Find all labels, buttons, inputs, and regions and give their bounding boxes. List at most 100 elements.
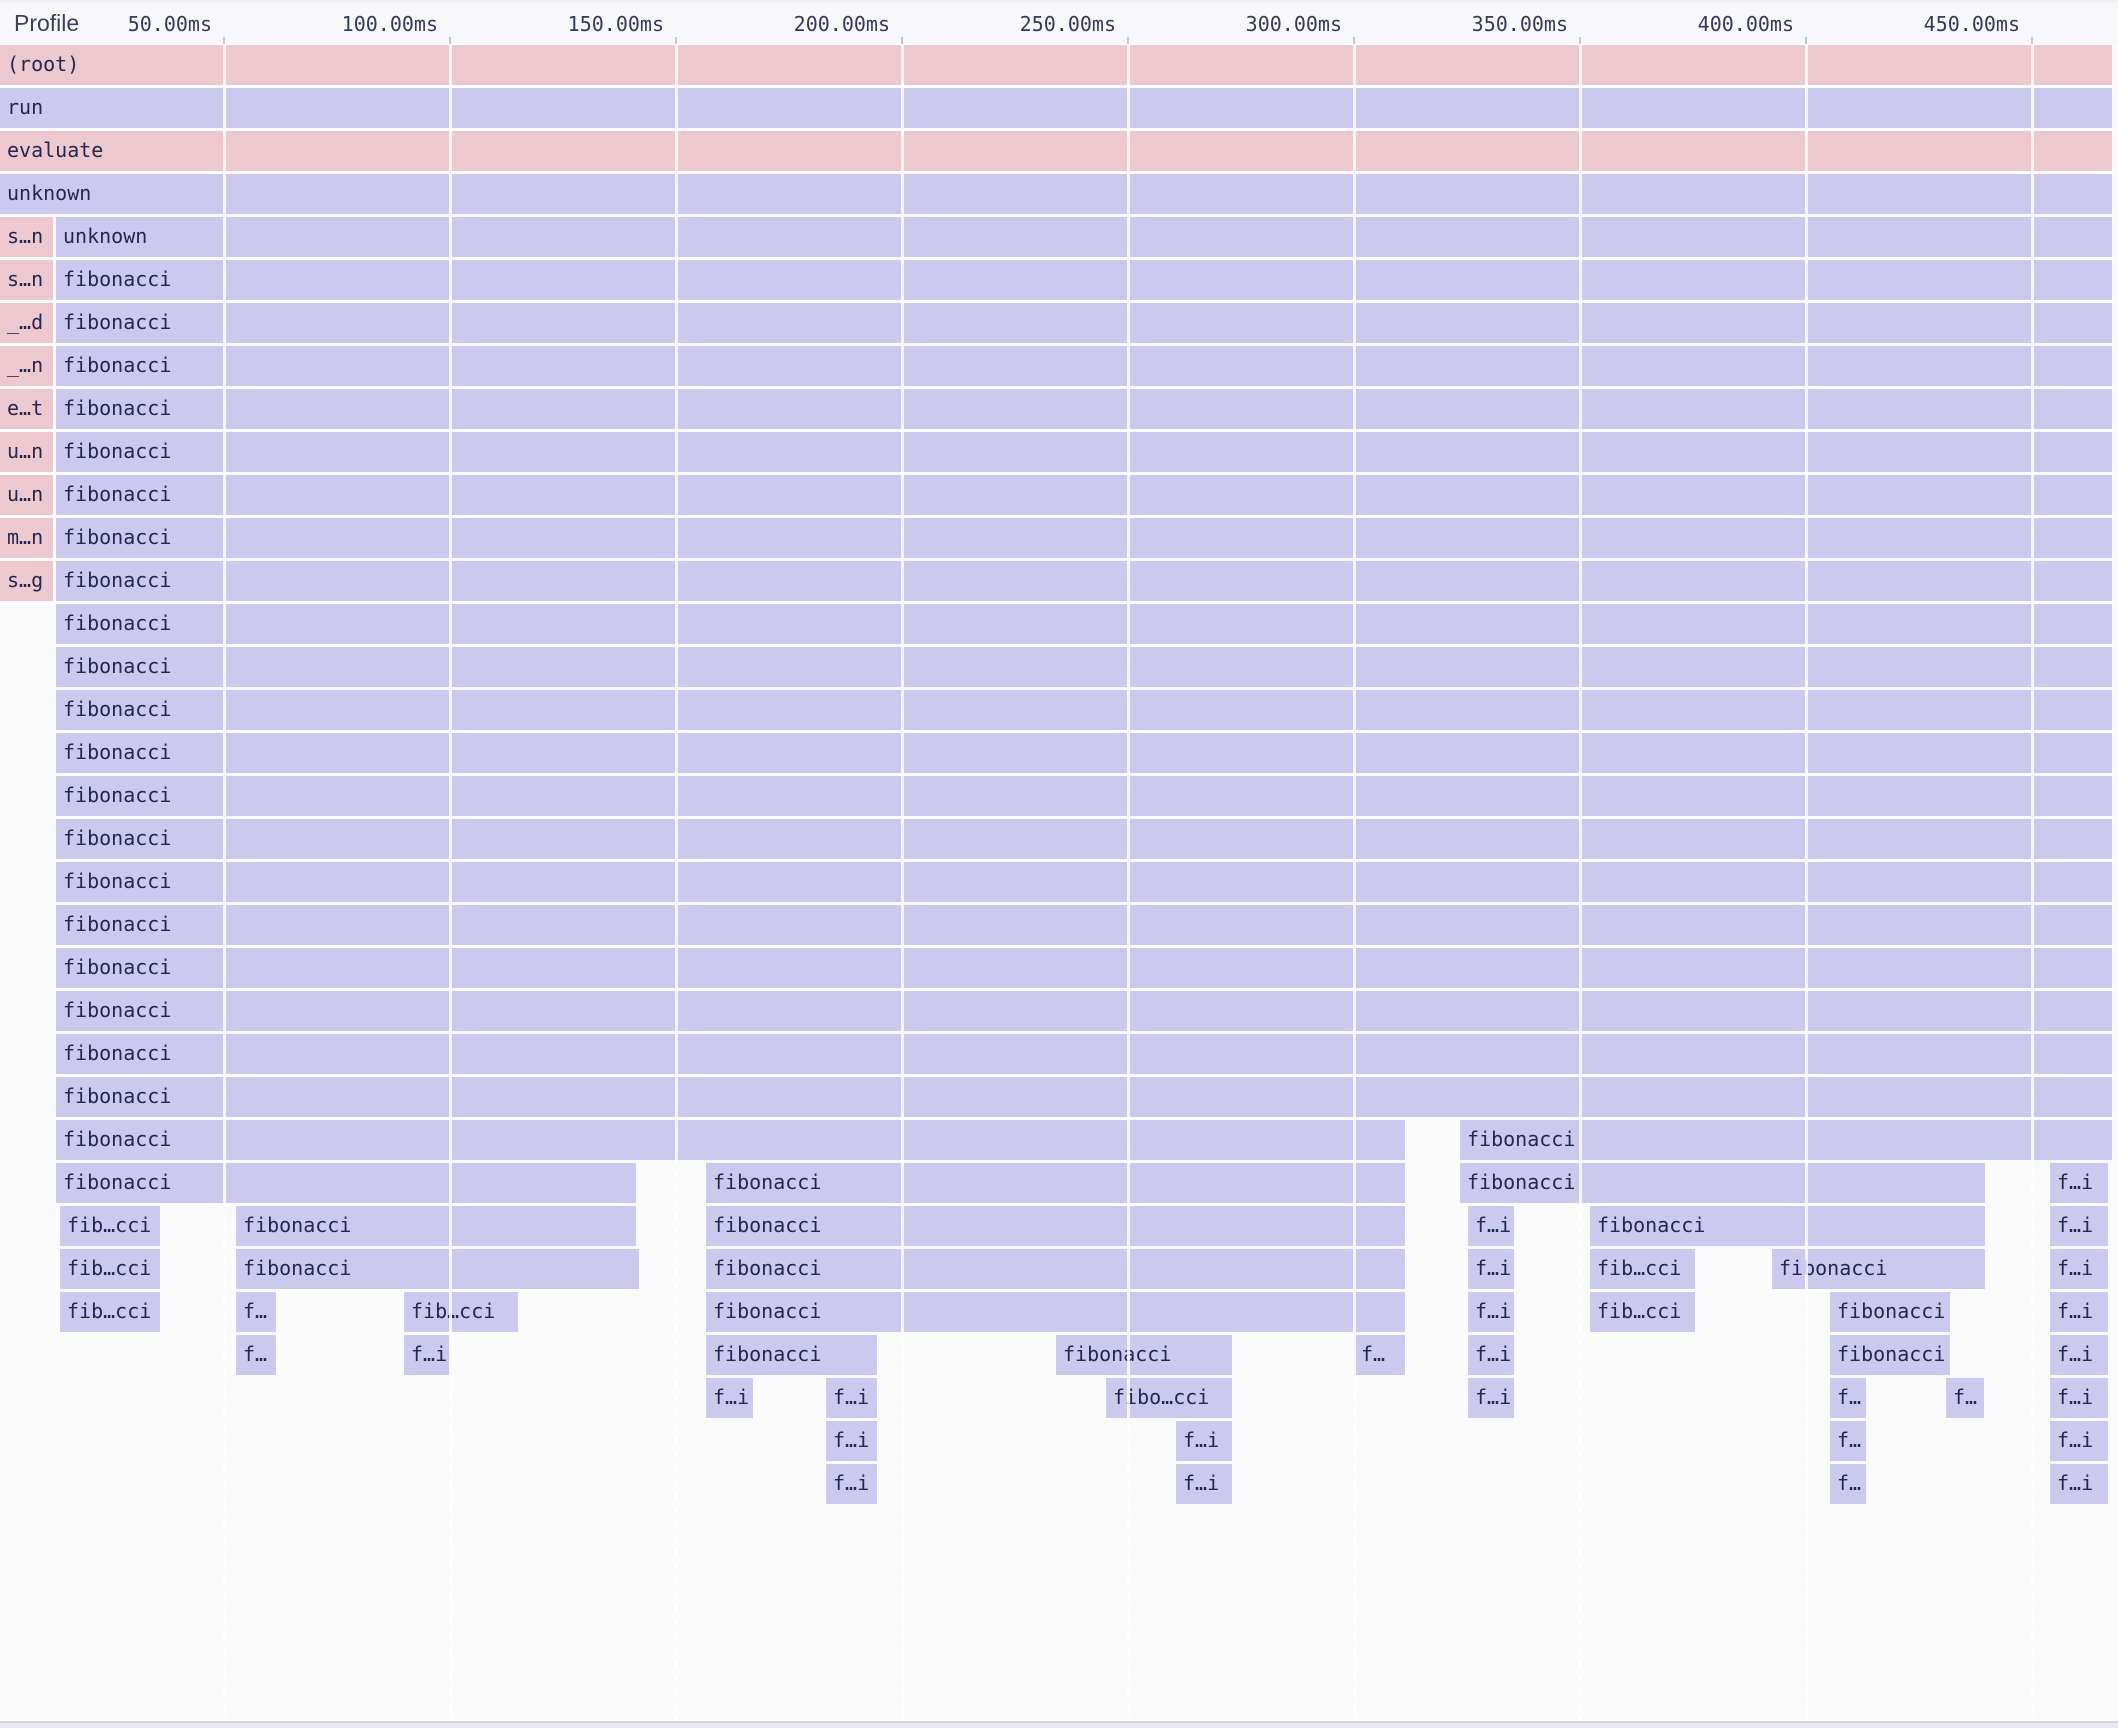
- gridline: [1127, 44, 1130, 1721]
- flame-frame[interactable]: fibonacci: [56, 690, 2112, 730]
- flame-frame[interactable]: fibonacci: [1830, 1292, 1950, 1332]
- flame-frame[interactable]: f…i: [826, 1378, 877, 1418]
- time-tick-mark: [1353, 37, 1355, 44]
- flame-frame[interactable]: fibonacci: [56, 733, 2112, 773]
- flame-frame[interactable]: f…i: [2050, 1206, 2108, 1246]
- flame-frame[interactable]: f…i: [2050, 1421, 2108, 1461]
- flame-frame[interactable]: fibonacci: [56, 1034, 2112, 1074]
- frame-label: fibonacci: [63, 1084, 171, 1108]
- time-tick-mark: [2031, 37, 2033, 44]
- flame-frame[interactable]: fibonacci: [1056, 1335, 1232, 1375]
- flame-frame[interactable]: fibonacci: [1590, 1206, 1985, 1246]
- flame-frame[interactable]: fibonacci: [56, 647, 2112, 687]
- flame-frame[interactable]: u…n: [0, 432, 53, 472]
- flame-frame[interactable]: f…i: [706, 1378, 753, 1418]
- flame-frame[interactable]: fibonacci: [1830, 1335, 1950, 1375]
- flame-frame[interactable]: fib…cci: [404, 1292, 518, 1332]
- flame-frame[interactable]: f…: [236, 1292, 276, 1332]
- flame-frame[interactable]: fibonacci: [56, 991, 2112, 1031]
- flame-frame[interactable]: f…i: [2050, 1464, 2108, 1504]
- flame-frame[interactable]: fibonacci: [1460, 1163, 1985, 1203]
- flame-frame[interactable]: s…n: [0, 260, 53, 300]
- flame-frame[interactable]: f…i: [1468, 1206, 1514, 1246]
- flame-frame[interactable]: f…i: [2050, 1292, 2108, 1332]
- flame-frame[interactable]: f…i: [1468, 1378, 1514, 1418]
- flame-frame[interactable]: fibonacci: [56, 819, 2112, 859]
- tab-profile[interactable]: Profile: [14, 3, 79, 44]
- flame-frame[interactable]: fibonacci: [706, 1249, 1405, 1289]
- time-tick-mark: [1579, 37, 1581, 44]
- flame-frame[interactable]: fibonacci: [56, 346, 2112, 386]
- flame-frame[interactable]: _…n: [0, 346, 53, 386]
- frame-label: fibonacci: [63, 353, 171, 377]
- flame-frame[interactable]: fibonacci: [56, 389, 2112, 429]
- flame-frame[interactable]: fibonacci: [56, 432, 2112, 472]
- flame-frame[interactable]: u…n: [0, 475, 53, 515]
- frame-label: fibonacci: [63, 869, 171, 893]
- flame-frame[interactable]: fibonacci: [706, 1163, 1405, 1203]
- flame-frame[interactable]: f…i: [1468, 1335, 1514, 1375]
- flame-frame[interactable]: f…i: [2050, 1249, 2108, 1289]
- flame-frame[interactable]: f…i: [1176, 1464, 1232, 1504]
- frame-label: fib…cci: [67, 1213, 151, 1237]
- flame-frame[interactable]: fibonacci: [56, 1163, 636, 1203]
- flame-frame[interactable]: fibonacci: [236, 1206, 636, 1246]
- flame-frame[interactable]: fibonacci: [56, 1077, 2112, 1117]
- flame-frame[interactable]: fibonacci: [56, 776, 2112, 816]
- flame-frame[interactable]: fibonacci: [706, 1206, 1405, 1246]
- flame-frame[interactable]: f…: [1830, 1464, 1866, 1504]
- flame-frame[interactable]: fibonacci: [56, 905, 2112, 945]
- flame-frame[interactable]: fibonacci: [236, 1249, 639, 1289]
- frame-label: s…n: [7, 224, 43, 248]
- flame-frame[interactable]: f…i: [2050, 1335, 2108, 1375]
- flame-frame[interactable]: run: [0, 88, 2112, 128]
- flame-frame[interactable]: _…d: [0, 303, 53, 343]
- flame-frame[interactable]: f…i: [404, 1335, 450, 1375]
- flame-frame[interactable]: fibonacci: [1460, 1120, 2112, 1160]
- frame-label: fibonacci: [63, 1170, 171, 1194]
- flame-frame[interactable]: fib…cci: [60, 1249, 160, 1289]
- flame-frame[interactable]: e…t: [0, 389, 53, 429]
- flame-frame[interactable]: fib…cci: [60, 1292, 160, 1332]
- flame-frame[interactable]: fibonacci: [56, 862, 2112, 902]
- flame-frame[interactable]: fibonacci: [56, 561, 2112, 601]
- time-ruler[interactable]: Profile 50.00ms100.00ms150.00ms200.00ms2…: [0, 0, 2118, 44]
- flame-frame[interactable]: fibonacci: [706, 1292, 1405, 1332]
- flame-frame[interactable]: f…i: [826, 1421, 877, 1461]
- flame-frame[interactable]: f…i: [1468, 1249, 1514, 1289]
- flame-frame[interactable]: evaluate: [0, 131, 2112, 171]
- flame-frame[interactable]: fib…cci: [1590, 1292, 1695, 1332]
- flame-frame[interactable]: f…i: [2050, 1378, 2108, 1418]
- flame-frame[interactable]: s…g: [0, 561, 53, 601]
- flame-frame[interactable]: fibonacci: [56, 260, 2112, 300]
- frame-label: f…: [243, 1342, 267, 1366]
- flame-frame[interactable]: f…: [1830, 1421, 1866, 1461]
- flame-frame[interactable]: f…: [1354, 1335, 1405, 1375]
- flame-frame[interactable]: fibonacci: [56, 604, 2112, 644]
- flame-frame[interactable]: unknown: [0, 174, 2112, 214]
- flame-frame[interactable]: fibonacci: [56, 1120, 1405, 1160]
- flame-frame[interactable]: fibonacci: [56, 475, 2112, 515]
- flame-frame[interactable]: fibonacci: [706, 1335, 877, 1375]
- frame-label: fibonacci: [1063, 1342, 1171, 1366]
- frame-label: fibonacci: [63, 1041, 171, 1065]
- flame-frame[interactable]: f…i: [826, 1464, 877, 1504]
- flame-frame[interactable]: fibonacci: [56, 518, 2112, 558]
- flame-frame[interactable]: s…n: [0, 217, 53, 257]
- flame-frame[interactable]: f…i: [1468, 1292, 1514, 1332]
- flame-frame[interactable]: fib…cci: [60, 1206, 160, 1246]
- flame-frame[interactable]: f…: [1946, 1378, 1984, 1418]
- flame-frame[interactable]: f…i: [2050, 1163, 2108, 1203]
- flame-frame[interactable]: (root): [0, 45, 2112, 85]
- flame-frame[interactable]: fibonacci: [1772, 1249, 1985, 1289]
- flame-frame[interactable]: f…: [1830, 1378, 1866, 1418]
- flame-frame[interactable]: fib…cci: [1590, 1249, 1695, 1289]
- flame-frame[interactable]: fibonacci: [56, 948, 2112, 988]
- frame-label: fibonacci: [63, 611, 171, 635]
- flame-frame[interactable]: unknown: [56, 217, 2112, 257]
- flame-frame[interactable]: f…i: [1176, 1421, 1232, 1461]
- flame-frame[interactable]: f…: [236, 1335, 276, 1375]
- flame-frame[interactable]: fibo…cci: [1106, 1378, 1232, 1418]
- flame-frame[interactable]: m…n: [0, 518, 53, 558]
- flame-frame[interactable]: fibonacci: [56, 303, 2112, 343]
